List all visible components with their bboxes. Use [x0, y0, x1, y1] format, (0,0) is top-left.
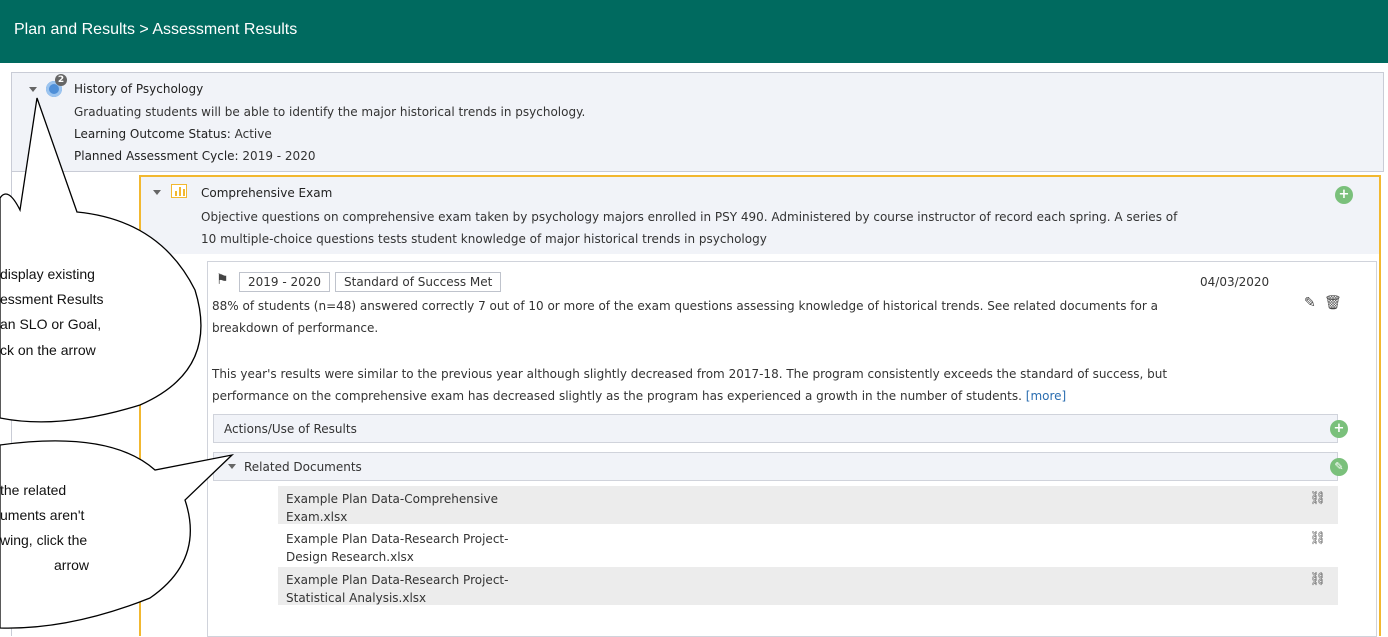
- top-callout-line-4: ck on the arrow: [0, 342, 96, 358]
- top-callout-bubble: [0, 97, 202, 423]
- bottom-callout-line-2: uments aren't: [0, 507, 85, 523]
- top-callout-line-2: essment Results: [0, 291, 104, 307]
- callout-overlay: [0, 97, 235, 629]
- bottom-callout-line-3: wing, click the: [0, 532, 88, 548]
- top-callout-line-1: display existing: [0, 266, 95, 282]
- top-callout-line-3: an SLO or Goal,: [0, 316, 102, 332]
- bottom-callout-line-4: arrow: [54, 557, 90, 573]
- bottom-callout-line-1: the related: [0, 482, 67, 498]
